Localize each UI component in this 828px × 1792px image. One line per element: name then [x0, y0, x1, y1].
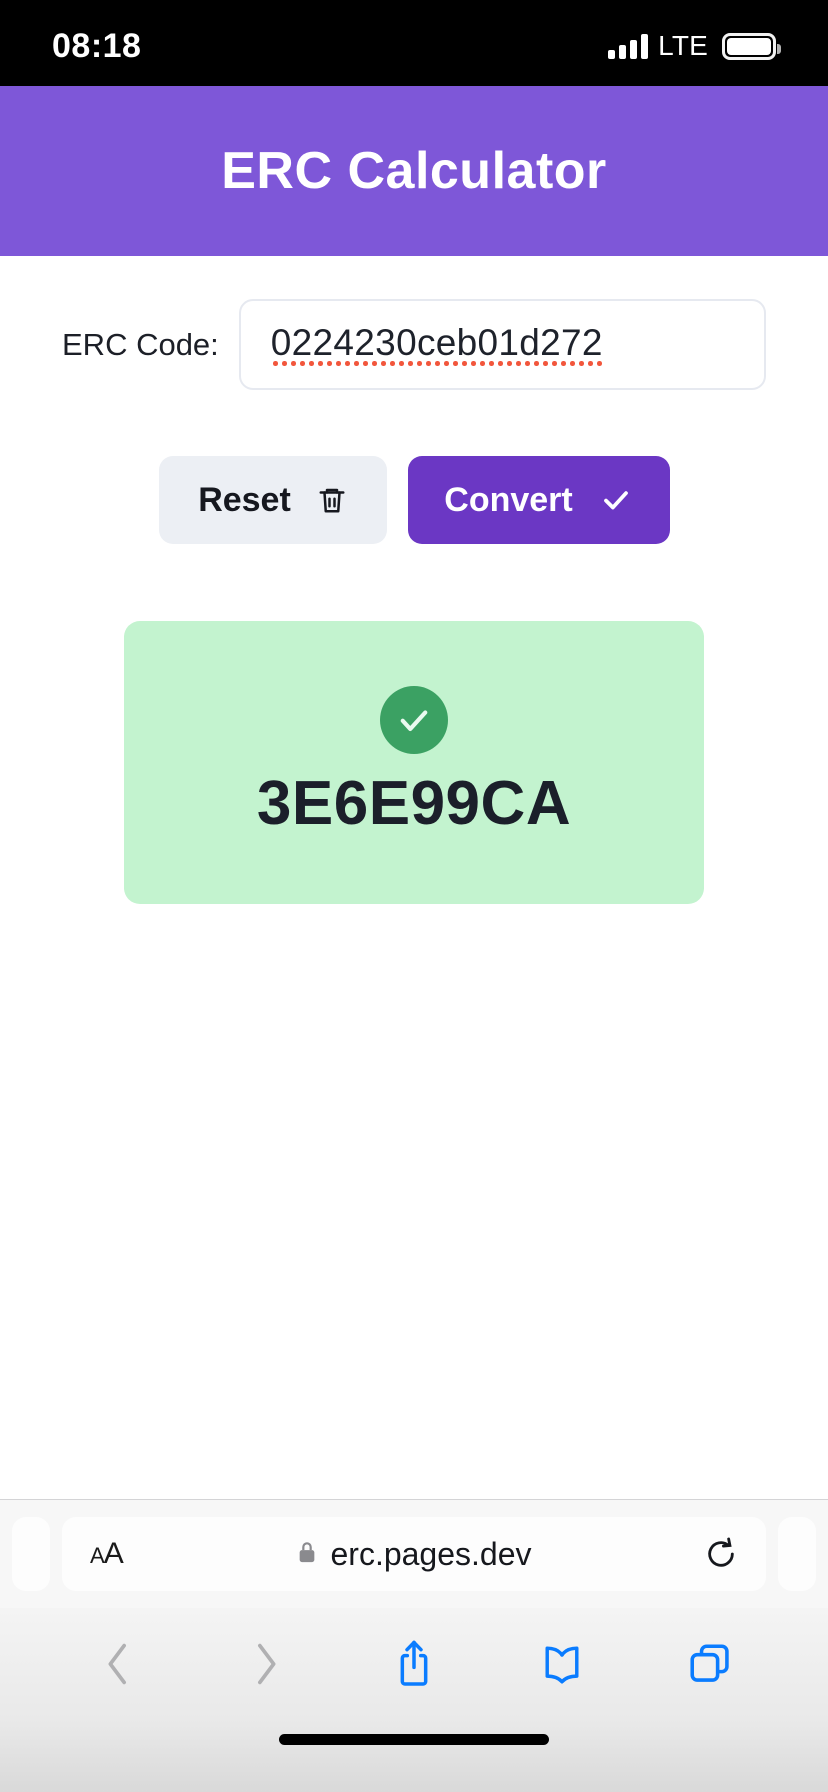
url-text: erc.pages.dev: [330, 1535, 532, 1572]
page-title: ERC Calculator: [221, 142, 607, 200]
result-code: 3E6E99CA: [256, 769, 572, 838]
browser-toolbar: [0, 1608, 828, 1720]
status-indicators: LTE: [608, 24, 781, 62]
check-icon: [599, 485, 633, 515]
text-size-button[interactable]: AA: [90, 1537, 124, 1570]
battery-full-icon: [722, 32, 781, 60]
forward-button[interactable]: [221, 1627, 311, 1701]
phone-screen: 08:18 LTE ERC Calculator ERC Code: 02242…: [0, 0, 828, 1792]
signal-bars-icon: [608, 33, 649, 59]
back-button[interactable]: [73, 1627, 163, 1701]
convert-button[interactable]: Convert: [407, 456, 670, 544]
reset-button-label: Reset: [198, 480, 291, 519]
check-circle-icon: [380, 686, 448, 754]
tabs-button[interactable]: [665, 1627, 755, 1701]
convert-button-label: Convert: [444, 480, 573, 519]
lock-icon: [296, 1539, 318, 1570]
address-bar-content: erc.pages.dev: [62, 1536, 766, 1573]
reset-button[interactable]: Reset: [158, 456, 387, 544]
reload-icon[interactable]: [704, 1535, 738, 1573]
erc-code-label: ERC Code:: [62, 326, 219, 362]
trash-icon: [317, 483, 347, 517]
action-buttons: Reset Convert: [0, 456, 828, 544]
network-type-label: LTE: [658, 30, 708, 61]
erc-code-input[interactable]: 0224230ceb01d272: [238, 299, 766, 390]
next-tab-edge[interactable]: [778, 1517, 816, 1591]
erc-code-input-value[interactable]: 0224230ceb01d272: [270, 321, 603, 368]
bookmarks-button[interactable]: [517, 1627, 607, 1701]
status-bar: 08:18 LTE: [0, 0, 828, 86]
home-indicator-area: [0, 1720, 828, 1792]
previous-tab-edge[interactable]: [12, 1517, 50, 1591]
text-size-small-a: A: [90, 1543, 105, 1568]
erc-code-field-row: ERC Code: 0224230ceb01d272: [0, 299, 828, 390]
share-button[interactable]: [369, 1627, 459, 1701]
text-size-large-a: A: [103, 1537, 124, 1570]
result-card: 3E6E99CA: [124, 621, 704, 904]
status-time: 08:18: [52, 27, 142, 65]
address-bar[interactable]: AA erc.pages.dev: [62, 1517, 766, 1591]
browser-chrome: AA erc.pages.dev: [0, 1499, 828, 1792]
page-content: ERC Code: 0224230ceb01d272 Reset Convert…: [0, 256, 828, 1499]
app-header: ERC Calculator: [0, 86, 828, 256]
url-bar-row: AA erc.pages.dev: [0, 1500, 828, 1608]
home-indicator[interactable]: [279, 1734, 549, 1745]
